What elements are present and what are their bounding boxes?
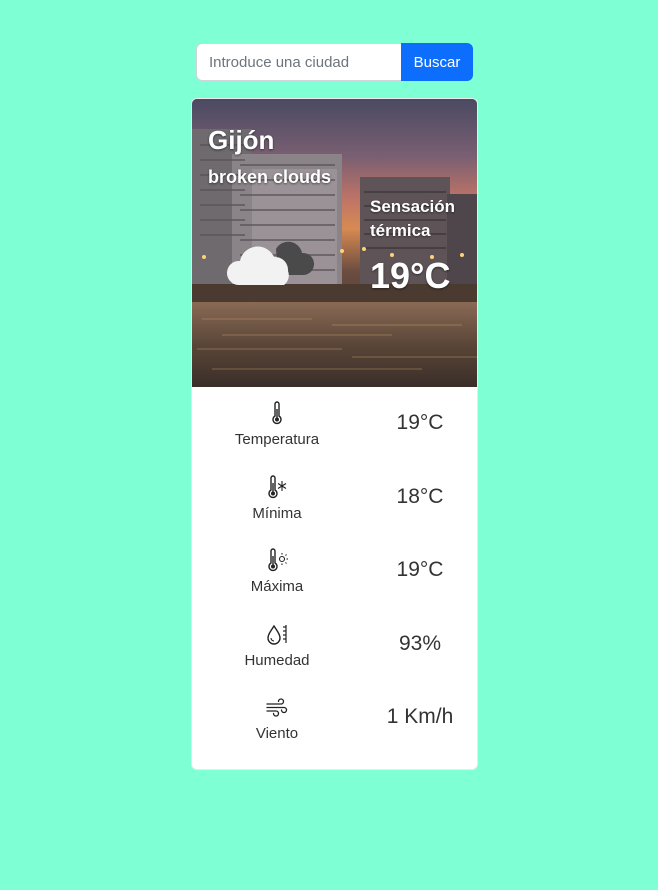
search-button[interactable]: Buscar xyxy=(401,43,473,81)
detail-value: 19°C xyxy=(396,411,444,434)
detail-value: 19°C xyxy=(396,558,444,582)
detail-label: Mínima xyxy=(252,504,302,522)
detail-value: 93% xyxy=(398,631,442,655)
city-search-input[interactable] xyxy=(196,43,401,81)
detail-label: Temperatura xyxy=(234,431,320,448)
thermometer-snow-icon xyxy=(268,474,287,498)
thermometer-sun-icon xyxy=(268,548,288,572)
detail-row-temperature: Temperatura 19°C xyxy=(192,387,477,461)
broken-clouds-icon xyxy=(226,241,315,285)
moisture-icon xyxy=(267,624,287,645)
detail-value: 18°C xyxy=(396,484,444,508)
detail-row-wind: Viento 1 Km/h xyxy=(192,681,477,755)
detail-row-max: Máxima 19°C xyxy=(192,534,477,608)
detail-label: Máxima xyxy=(250,578,304,596)
feels-like-value: 19°C xyxy=(370,255,451,296)
thermometer-icon xyxy=(272,401,282,425)
wind-icon xyxy=(266,698,288,718)
feels-like-label: Sensación térmica xyxy=(370,197,456,240)
weather-details: Temperatura 19°C Mínima 18°C Máxima 19°C… xyxy=(192,387,477,755)
detail-value: 1 Km/h xyxy=(386,705,454,729)
detail-row-humidity: Humedad 93% xyxy=(192,608,477,682)
weather-card: Gijón broken clouds Sensación térmica 19… xyxy=(191,98,478,770)
detail-row-min: Mínima 18°C xyxy=(192,461,477,535)
detail-label: Viento xyxy=(255,725,299,743)
detail-label: Humedad xyxy=(244,651,310,669)
search-bar: Buscar xyxy=(196,43,473,81)
weather-description: broken clouds xyxy=(208,167,332,187)
city-name: Gijón xyxy=(208,125,275,155)
weather-hero-image: Gijón broken clouds Sensación térmica 19… xyxy=(192,99,477,387)
